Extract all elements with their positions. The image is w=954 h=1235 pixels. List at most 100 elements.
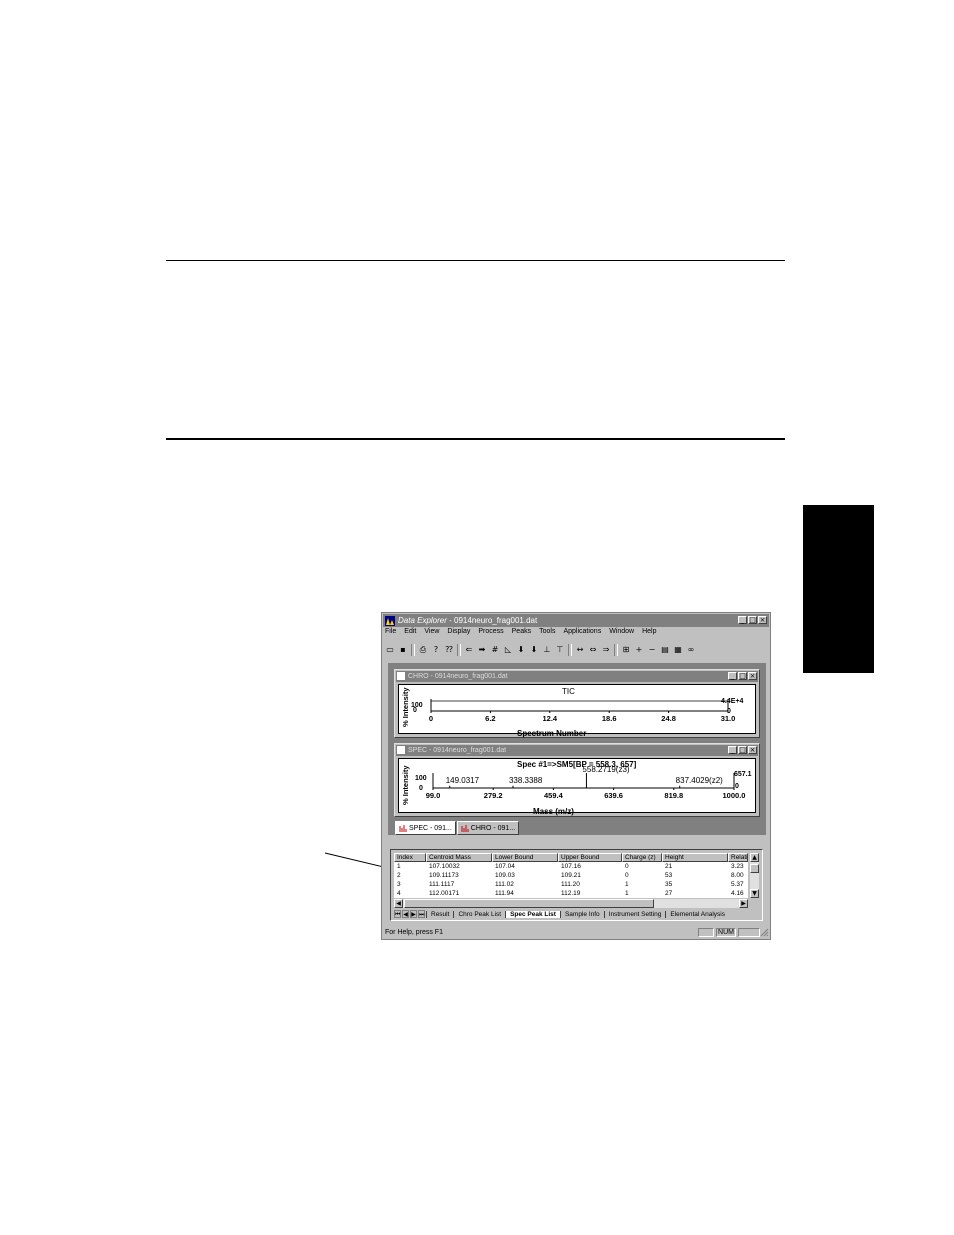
sheet-tab-elemental-analysis[interactable]: Elemental Analysis [665, 910, 729, 918]
toolbar: ▭ ▪ ⎙ ? ⁇ ⇐ ➡ # ◺ ⬇ ⬇ ⊥ ⊤ ↔ ⇔ ⇒ ⊞ + − ▤ … [385, 642, 768, 657]
range-icon[interactable]: ↔ [575, 645, 585, 655]
toolbar-separator [457, 643, 461, 656]
scroll-down-arrow-icon[interactable]: ▼ [750, 889, 759, 898]
hash-icon[interactable]: # [490, 645, 500, 655]
menu-tools[interactable]: Tools [539, 628, 555, 639]
peak-label-icon[interactable]: ◺ [503, 645, 513, 655]
chro-minimize-button[interactable]: _ [728, 672, 737, 680]
sheet-tab-chro-peak-list[interactable]: Chro Peak List [453, 910, 505, 918]
spec-x-tick-label: 99.0 [426, 791, 441, 800]
sheet-tab-result[interactable]: Result [426, 910, 453, 918]
chro-x-tick-label: 6.2 [485, 714, 495, 723]
arrow-down-2-icon[interactable]: ⬇ [529, 645, 539, 655]
spec-plot[interactable]: % Intensity Spec #1=>SM5[BP = 558.3, 657… [398, 758, 756, 816]
first-sheet-icon[interactable]: ⏮ [394, 910, 401, 918]
sheet-tab-instrument-setting[interactable]: Instrument Setting [603, 910, 666, 918]
scroll-up-arrow-icon[interactable]: ▲ [750, 853, 759, 862]
menu-view[interactable]: View [424, 628, 439, 639]
spec-minimize-button[interactable]: _ [728, 746, 737, 754]
table-row[interactable]: 1 107.10032 107.04 107.16 0 21 3.23 [394, 862, 748, 871]
col-index[interactable]: Index [394, 853, 426, 862]
col-height[interactable]: Height [662, 853, 728, 862]
peak-list-pane: Index Centroid Mass Lower Bound Upper Bo… [390, 849, 763, 921]
context-help-icon[interactable]: ⁇ [444, 645, 454, 655]
resize-grip-icon[interactable] [760, 928, 769, 937]
table-row[interactable]: 3 111.1117 111.02 111.20 1 35 5.37 [394, 880, 748, 889]
table-vertical-scrollbar[interactable]: ▲ ▼ [750, 853, 759, 898]
scroll-thumb[interactable] [750, 864, 759, 873]
horizontal-scroll-thumb[interactable] [404, 899, 654, 908]
spec-x-tick-label: 819.8 [664, 791, 683, 800]
cell: 1 [625, 881, 629, 888]
minus-icon[interactable]: − [647, 645, 657, 655]
next-sheet-icon[interactable]: ▶ [410, 910, 417, 918]
minimize-button[interactable]: _ [738, 616, 747, 624]
plus-icon[interactable]: + [634, 645, 644, 655]
cell: 109.21 [561, 872, 581, 879]
spec-close-button[interactable]: × [748, 746, 757, 754]
doc-tab-chro-label: CHRO - 091... [470, 824, 516, 832]
menu-applications[interactable]: Applications [563, 628, 601, 639]
help-icon[interactable]: ? [431, 645, 441, 655]
spec-peak-label: 149.0317 [446, 776, 480, 785]
col-charge[interactable]: Charge (z) [622, 853, 662, 862]
label-2-icon[interactable]: ⊤ [555, 645, 565, 655]
save-icon[interactable]: ▪ [398, 645, 408, 655]
link-icon[interactable]: ∞ [686, 645, 696, 655]
scroll-right-arrow-icon[interactable]: ▶ [739, 899, 748, 908]
prev-sheet-icon[interactable]: ◀ [402, 910, 409, 918]
sheet-tab-spec-peak-list[interactable]: Spec Peak List [505, 910, 560, 918]
scroll-left-arrow-icon[interactable]: ◀ [394, 899, 403, 908]
cell: 2 [397, 872, 401, 879]
doc-tab-spec[interactable]: SPEC - 091... [395, 821, 456, 835]
arrow-right-icon[interactable]: ➡ [477, 645, 487, 655]
status-bar: For Help, press F1 NUM [383, 927, 769, 938]
spec-peak-label: 837.4029(z2) [676, 776, 723, 785]
app-logo-icon [385, 615, 395, 626]
maximize-button[interactable]: □ [748, 616, 757, 624]
col-lower-bound[interactable]: Lower Bound [492, 853, 558, 862]
cell: 109.11173 [429, 872, 459, 879]
close-button[interactable]: × [758, 616, 767, 624]
spec-window-icon [397, 746, 405, 754]
doc-tab-chro[interactable]: CHRO - 091... [456, 821, 520, 835]
menu-peaks[interactable]: Peaks [512, 628, 531, 639]
menu-file[interactable]: File [385, 628, 396, 639]
table-horizontal-scrollbar[interactable]: ◀ ▶ [394, 899, 748, 908]
table-row[interactable]: 4 112.00171 111.94 112.19 1 27 4.16 [394, 889, 748, 895]
spec-x-tick-label: 279.2 [484, 791, 503, 800]
col-centroid-mass[interactable]: Centroid Mass [426, 853, 492, 862]
open-icon[interactable]: ▭ [385, 645, 395, 655]
normalize-icon[interactable]: ▦ [673, 645, 683, 655]
table-row[interactable]: 2 109.11173 109.03 109.21 0 53 8.00 [394, 871, 748, 880]
chro-window-title[interactable]: CHRO - 0914neuro_frag001.dat [396, 671, 758, 682]
cell: 27 [665, 890, 673, 895]
arrow-left-icon[interactable]: ⇐ [464, 645, 474, 655]
sheet-tab-sample-info[interactable]: Sample Info [559, 910, 604, 918]
col-upper-bound[interactable]: Upper Bound [558, 853, 622, 862]
menu-edit[interactable]: Edit [404, 628, 416, 639]
peak-table-header: Index Centroid Mass Lower Bound Upper Bo… [394, 853, 748, 862]
window-titlebar[interactable]: Data Explorer - 0914neuro_frag001.dat _ … [383, 614, 769, 627]
menu-process[interactable]: Process [478, 628, 503, 639]
arrow-down-icon[interactable]: ⬇ [516, 645, 526, 655]
chro-plot[interactable]: % Intensity TIC 100 0 4.4E+4 0 0 6.2 12.4 1… [398, 684, 756, 738]
label-icon[interactable]: ⊥ [542, 645, 552, 655]
col-relative[interactable]: Relati [728, 853, 748, 862]
zoom-in-icon[interactable]: ⇒ [601, 645, 611, 655]
overlay-icon[interactable]: ▤ [660, 645, 670, 655]
last-sheet-icon[interactable]: ⏭ [418, 910, 425, 918]
zoom-out-icon[interactable]: ⇔ [588, 645, 598, 655]
menu-window[interactable]: Window [609, 628, 634, 639]
cell: 107.04 [495, 863, 515, 870]
chromatogram-icon [461, 825, 469, 832]
cell: 1 [397, 863, 401, 870]
chro-close-button[interactable]: × [748, 672, 757, 680]
spec-maximize-button[interactable]: □ [738, 746, 747, 754]
spec-window-title[interactable]: SPEC - 0914neuro_frag001.dat [396, 745, 758, 756]
menu-display[interactable]: Display [447, 628, 470, 639]
menu-help[interactable]: Help [642, 628, 656, 639]
chro-maximize-button[interactable]: □ [738, 672, 747, 680]
print-icon[interactable]: ⎙ [418, 645, 428, 655]
expand-icon[interactable]: ⊞ [621, 645, 631, 655]
